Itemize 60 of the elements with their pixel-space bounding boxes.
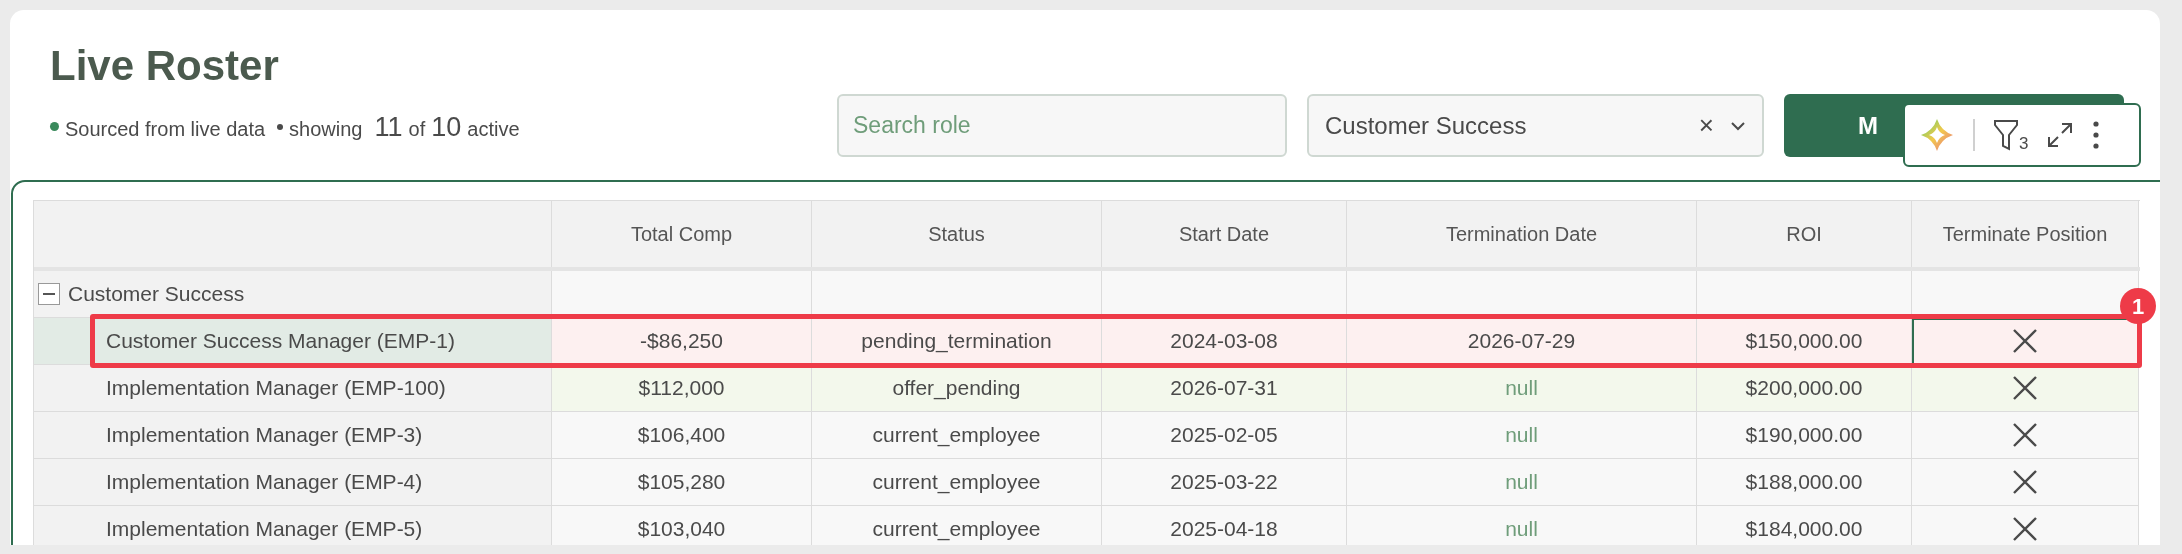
filter-button[interactable]: 3 [1993,118,2029,152]
shown-count: 11 [374,110,403,144]
table-cell: $112,000 [552,365,812,412]
column-header: Start Date [1102,201,1347,267]
table-cell: $200,000.00 [1697,365,1912,412]
table-cell: $106,400 [552,412,812,459]
table-cell: 2026-07-29 [1347,318,1697,365]
filter-count: 3 [2019,135,2029,152]
table-cell: 2025-04-18 [1102,506,1347,545]
column-header: Termination Date [1347,201,1697,267]
search-field[interactable]: Search role [837,94,1287,157]
column-header: ROI [1697,201,1912,267]
source-text: Sourced from live data [65,116,266,142]
table-cell: null [1347,412,1697,459]
table-cell: $150,000.00 [1697,318,1912,365]
table-cell: $103,040 [552,506,812,545]
active-text: active [467,116,520,142]
table-cell: pending_termination [812,318,1102,365]
column-header: Terminate Position [1912,201,2139,267]
showing-text: showing [289,116,363,142]
table-cell: $184,000.00 [1697,506,1912,545]
row-header[interactable]: Implementation Manager (EMP-5) [34,506,552,545]
row-header[interactable]: Implementation Manager (EMP-100) [34,365,552,412]
row-header[interactable]: Implementation Manager (EMP-3) [34,412,552,459]
table-cell: $105,280 [552,459,812,506]
page-title: Live Roster [50,41,280,91]
chevron-down-icon[interactable] [1730,120,1746,131]
column-header: Total Comp [552,201,812,267]
filter-icon [1993,118,2019,152]
close-icon[interactable] [2012,469,2038,495]
annotation-badge: 1 [2120,288,2156,324]
table-cell: current_employee [812,506,1102,545]
table-cell: 2026-07-31 [1102,365,1347,412]
row-header[interactable]: Customer Success Manager (EMP-1) [34,318,552,365]
table-cell: null [1347,506,1697,545]
table-cell: current_employee [812,412,1102,459]
row-header[interactable]: Implementation Manager (EMP-4) [34,459,552,506]
close-icon[interactable] [2012,422,2038,448]
table-cell: -$86,250 [552,318,812,365]
table-cell: null [1347,365,1697,412]
table-cell: $190,000.00 [1697,412,1912,459]
department-select[interactable]: Customer Success × [1307,94,1764,157]
table-cell: offer_pending [812,365,1102,412]
collapse-toggle[interactable] [38,283,60,305]
table-cell: $188,000.00 [1697,459,1912,506]
close-icon[interactable] [2012,375,2038,401]
clear-button[interactable]: × [1698,106,1714,145]
bullet-icon [277,123,284,130]
close-icon[interactable] [2012,328,2038,354]
table-cell: null [1347,459,1697,506]
close-icon[interactable] [2012,516,2038,542]
total-count: 10 [431,110,462,144]
more-icon[interactable] [2092,120,2101,150]
table-cell: 2025-03-22 [1102,459,1347,506]
table-cell: 2024-03-08 [1102,318,1347,365]
expand-icon[interactable] [2046,121,2075,149]
table-cell: current_employee [812,459,1102,506]
of-text: of [408,116,426,142]
table-cell: 2025-02-05 [1102,412,1347,459]
column-header: Status [812,201,1102,267]
